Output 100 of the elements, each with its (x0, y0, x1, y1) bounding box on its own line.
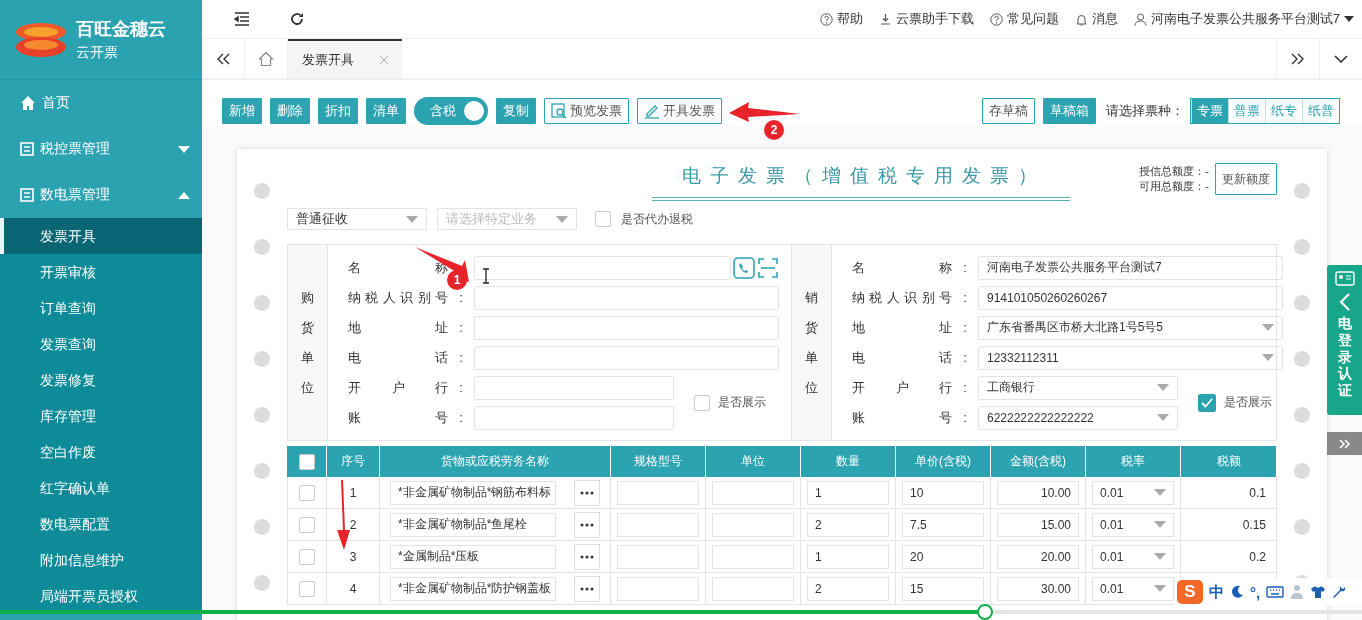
input-field[interactable] (617, 576, 699, 601)
nav-subitem[interactable]: 发票开具 (0, 218, 202, 254)
input-field[interactable] (712, 576, 794, 601)
input-field[interactable]: 914101050260260267 (978, 285, 1283, 310)
nav-subitem[interactable]: 开票审核 (0, 254, 202, 290)
input-field[interactable] (474, 315, 779, 340)
user-menu[interactable]: 河南电子发票公共服务平台测试7 (1133, 10, 1354, 28)
input-field[interactable] (474, 375, 674, 400)
double-right-icon[interactable] (1291, 52, 1305, 65)
input-field[interactable]: 7.5 (902, 512, 984, 537)
input-field[interactable]: 10 (902, 480, 984, 505)
input-field[interactable] (712, 544, 794, 569)
person-icon[interactable] (1290, 584, 1305, 600)
invoice-title: 电子发票（增值税专用发票） (652, 163, 1071, 201)
input-field[interactable] (617, 512, 699, 537)
video-progress-bar[interactable] (0, 610, 1362, 614)
nav-subitem[interactable]: 订单查询 (0, 290, 202, 326)
nav-subitem[interactable]: 红字确认单 (0, 470, 202, 506)
chevron-left-icon[interactable] (1338, 293, 1351, 311)
toolbar-button[interactable]: 存草稿 (982, 98, 1035, 124)
nav-subitem[interactable]: 附加信息维护 (0, 542, 202, 578)
input-field[interactable] (712, 512, 794, 537)
header-link[interactable]: 帮助 (819, 10, 863, 28)
item-name-field[interactable]: *非金属矿物制品*钢筋布料标 (390, 480, 556, 505)
select-field[interactable]: 6222222222222222 (978, 405, 1178, 430)
punch-hole (254, 519, 270, 535)
input-field[interactable]: 15.00 (997, 512, 1079, 537)
more-icon[interactable] (574, 511, 600, 538)
menu-icon[interactable] (234, 12, 250, 26)
more-icon[interactable] (574, 575, 600, 602)
input-field[interactable]: 1 (807, 544, 889, 569)
double-left-icon[interactable] (216, 52, 230, 65)
nav-subitem[interactable]: 库存管理 (0, 398, 202, 434)
wrench-icon[interactable] (1332, 585, 1347, 599)
nav-subitem[interactable]: 数电票配置 (0, 506, 202, 542)
item-name-field[interactable]: *非金属矿物制品*防护钢盖板 (390, 576, 556, 601)
input-field[interactable]: 20.00 (997, 544, 1079, 569)
select-field[interactable]: 0.01 (1092, 544, 1174, 569)
keyboard-icon[interactable] (1266, 586, 1285, 598)
moon-icon[interactable] (1230, 585, 1244, 599)
row-checkbox[interactable] (299, 484, 315, 501)
more-icon[interactable] (574, 543, 600, 570)
select-field[interactable]: 0.01 (1092, 576, 1174, 601)
input-field[interactable]: 1 (807, 480, 889, 505)
toolbar-button[interactable]: 预览发票 (544, 98, 629, 124)
column-header: 单价(含税) (896, 446, 991, 477)
row-checkbox[interactable] (299, 580, 315, 597)
levy-select[interactable]: 普通征收 (287, 208, 427, 230)
input-field[interactable]: 15 (902, 576, 984, 601)
input-field[interactable]: 2 (807, 576, 889, 601)
ime-mode[interactable]: 中 (1209, 582, 1224, 602)
input-field[interactable]: 2 (807, 512, 889, 537)
ime-punctuation[interactable]: °, (1250, 583, 1261, 601)
select-field[interactable]: 广东省番禺区市桥大北路1号5号5 (978, 315, 1283, 340)
checkbox[interactable] (595, 211, 611, 227)
select-field[interactable]: 12332112311 (978, 345, 1283, 370)
nav-subitem[interactable]: 发票修复 (0, 362, 202, 398)
input-field[interactable] (617, 544, 699, 569)
checkbox[interactable] (694, 394, 710, 411)
input-field[interactable] (474, 405, 674, 430)
input-field[interactable] (474, 345, 779, 370)
address-book-icon[interactable] (733, 256, 755, 279)
nav-subitem[interactable]: 空白作废 (0, 434, 202, 470)
close-icon[interactable] (380, 55, 388, 64)
home-icon[interactable] (258, 50, 274, 67)
punch-hole (1294, 519, 1310, 535)
chevron-down-icon[interactable] (1334, 54, 1348, 63)
input-field[interactable]: 河南电子发票公共服务平台测试7 (978, 255, 1283, 280)
field-label: 开户行 (348, 378, 448, 397)
select-field[interactable]: 工商银行 (978, 375, 1178, 400)
select-all-checkbox[interactable] (298, 453, 315, 470)
punch-hole (1294, 463, 1310, 479)
input-field[interactable]: 20 (902, 544, 984, 569)
tab[interactable]: 发票开具 (288, 39, 402, 78)
input-field[interactable] (712, 480, 794, 505)
item-name-field[interactable]: *金属制品*压板 (390, 544, 556, 569)
header-link[interactable]: 云票助手下载 (878, 10, 974, 28)
more-icon[interactable] (574, 479, 600, 506)
select-field[interactable]: 0.01 (1092, 480, 1174, 505)
input-field[interactable] (617, 480, 699, 505)
nav-subitem[interactable]: 局端开票员授权 (0, 578, 202, 614)
input-field[interactable]: 10.00 (997, 480, 1079, 505)
field-label: 纳税人识别号 (348, 288, 448, 307)
select-field[interactable]: 0.01 (1092, 512, 1174, 537)
shirt-icon[interactable] (1310, 585, 1327, 599)
column-header: 税额 (1181, 446, 1277, 477)
header-link[interactable]: 消息 (1074, 10, 1118, 28)
checkbox[interactable] (1198, 393, 1216, 412)
item-name-field[interactable]: *非金属矿物制品*鱼尾栓 (390, 512, 556, 537)
input-field[interactable] (474, 255, 731, 280)
refresh-icon[interactable] (290, 12, 304, 26)
input-field[interactable] (474, 285, 779, 310)
input-field[interactable]: 30.00 (997, 576, 1079, 601)
nav-subitem[interactable]: 发票查询 (0, 326, 202, 362)
row-checkbox[interactable] (299, 516, 315, 533)
header-link[interactable]: 常见问题 (989, 10, 1059, 28)
scan-icon[interactable] (757, 256, 779, 279)
row-checkbox[interactable] (299, 548, 315, 565)
update-quota-button[interactable]: 更新额度 (1215, 163, 1277, 195)
toolbar-button[interactable]: 开具发票 (637, 98, 722, 124)
